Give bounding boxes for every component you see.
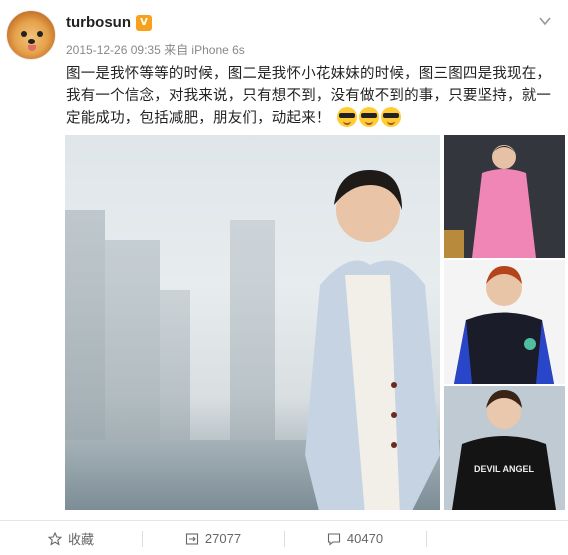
comment-icon — [327, 532, 340, 546]
like-button[interactable] — [426, 521, 568, 555]
repost-count: 27077 — [204, 531, 242, 546]
main-photo[interactable] — [65, 135, 440, 510]
vip-badge-icon: V — [136, 15, 152, 31]
sunglasses-emoji-icon — [381, 107, 402, 127]
avatar-nose — [28, 39, 35, 44]
building — [105, 240, 160, 440]
favorite-label: 收藏 — [67, 532, 94, 547]
emoji-row — [335, 107, 402, 130]
building — [65, 210, 105, 440]
photo-hoodie: DEVIL ANGEL — [444, 386, 565, 510]
repost-button[interactable]: 27077 — [142, 521, 284, 555]
building — [230, 220, 275, 440]
repost-icon — [185, 532, 198, 545]
sunglasses-emoji-icon — [359, 107, 380, 127]
building — [160, 290, 190, 440]
comment-count: 40470 — [346, 531, 384, 546]
side-photo-2[interactable] — [444, 260, 565, 384]
star-icon — [47, 531, 62, 546]
hoodie-caption: DEVIL ANGEL — [474, 464, 535, 474]
post-timestamp: 2015-12-26 09:35 — [66, 43, 161, 57]
action-bar: 收藏 27077 40470 — [0, 520, 568, 555]
avatar[interactable] — [6, 10, 56, 60]
post-text: 图一是我怀等等的时候，图二是我怀小花妹妹的时候，图三图四是我现在，我有一个信念，… — [66, 63, 554, 130]
post-source[interactable]: 来自 iPhone 6s — [164, 43, 245, 57]
favorite-button[interactable]: 收藏 — [0, 521, 142, 555]
photo-pink-dress — [444, 135, 565, 258]
username[interactable]: turbosun — [66, 14, 131, 31]
comment-button[interactable]: 40470 — [284, 521, 426, 555]
post-meta: 2015-12-26 09:35 来自 iPhone 6s — [66, 41, 245, 58]
side-photo-3[interactable]: DEVIL ANGEL — [444, 386, 565, 510]
weibo-post: turbosun V 2015-12-26 09:35 来自 iPhone 6s… — [0, 0, 568, 555]
avatar-eye-right — [37, 31, 43, 37]
sunglasses-emoji-icon — [337, 107, 358, 127]
side-photo-1[interactable] — [444, 135, 565, 258]
avatar-tongue — [28, 45, 36, 51]
photo-jacket — [444, 260, 565, 384]
chevron-down-icon[interactable] — [538, 14, 552, 28]
woman-figure — [305, 170, 440, 510]
avatar-eye-left — [21, 31, 27, 37]
post-body: 图一是我怀等等的时候，图二是我怀小花妹妹的时候，图三图四是我现在，我有一个信念，… — [66, 66, 552, 127]
